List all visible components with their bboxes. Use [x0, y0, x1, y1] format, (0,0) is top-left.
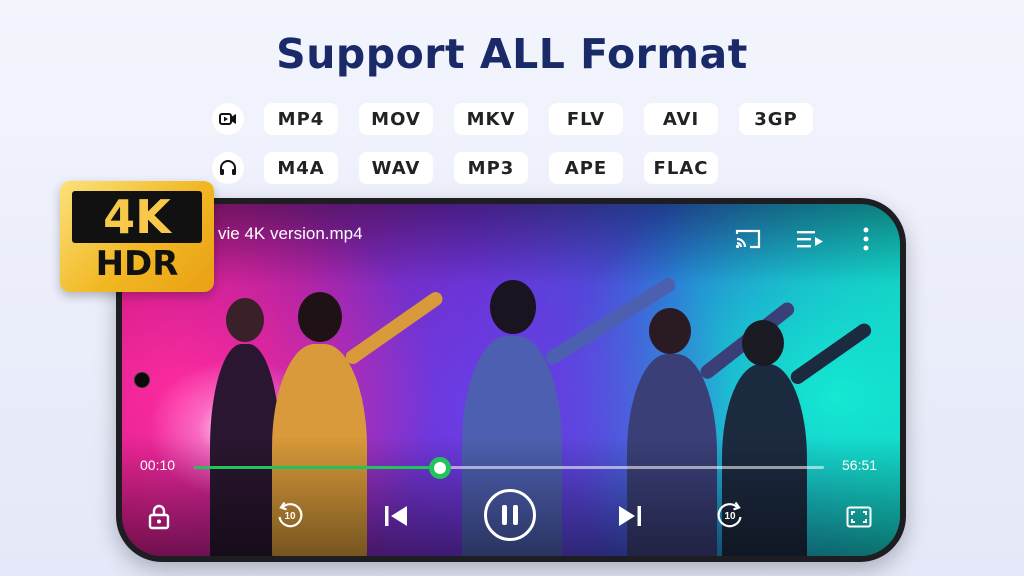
forward-10-icon[interactable]: 10: [712, 498, 748, 534]
more-vertical-icon[interactable]: [850, 224, 882, 254]
format-chip-mkv: MKV: [454, 103, 528, 135]
4k-hdr-badge: 4K HDR: [60, 181, 214, 292]
seek-bar[interactable]: [194, 457, 824, 479]
headline: Support ALL Format: [276, 30, 748, 78]
format-chip-ape: APE: [549, 152, 623, 184]
format-chip-avi: AVI: [644, 103, 718, 135]
format-chip-mp4: MP4: [264, 103, 338, 135]
format-chip-3gp: 3GP: [739, 103, 813, 135]
rewind-10-icon[interactable]: 10: [272, 498, 308, 534]
format-chip-mov: MOV: [359, 103, 433, 135]
pause-button[interactable]: [484, 489, 536, 541]
skip-previous-icon[interactable]: [378, 498, 414, 534]
rewind-seconds: 10: [284, 510, 296, 522]
format-chip-flac: FLAC: [644, 152, 718, 184]
phone-frame: vie 4K version.mp4 00:10 56:51 10 10: [116, 198, 906, 562]
pause-icon: [502, 505, 518, 525]
video-title: vie 4K version.mp4: [218, 224, 363, 243]
cast-icon[interactable]: [732, 224, 764, 254]
format-chip-mp3: MP3: [454, 152, 528, 184]
format-chip-wav: WAV: [359, 152, 433, 184]
video-camera-icon: [212, 103, 244, 135]
current-time: 00:10: [140, 457, 176, 473]
format-chip-flv: FLV: [549, 103, 623, 135]
video-screen[interactable]: vie 4K version.mp4 00:10 56:51 10 10: [122, 204, 900, 556]
total-time: 56:51: [842, 457, 878, 473]
lock-icon[interactable]: [142, 500, 176, 534]
format-chip-m4a: M4A: [264, 152, 338, 184]
playlist-icon[interactable]: [794, 224, 826, 254]
badge-hdr-text: HDR: [95, 244, 179, 284]
seek-bar-thumb[interactable]: [428, 457, 451, 479]
forward-seconds: 10: [724, 510, 736, 522]
seek-bar-progress: [194, 466, 440, 469]
skip-next-icon[interactable]: [612, 498, 648, 534]
badge-4k-text: 4K: [72, 190, 202, 244]
front-camera: [134, 372, 150, 388]
headphones-icon: [212, 152, 244, 184]
fullscreen-icon[interactable]: [842, 500, 876, 534]
